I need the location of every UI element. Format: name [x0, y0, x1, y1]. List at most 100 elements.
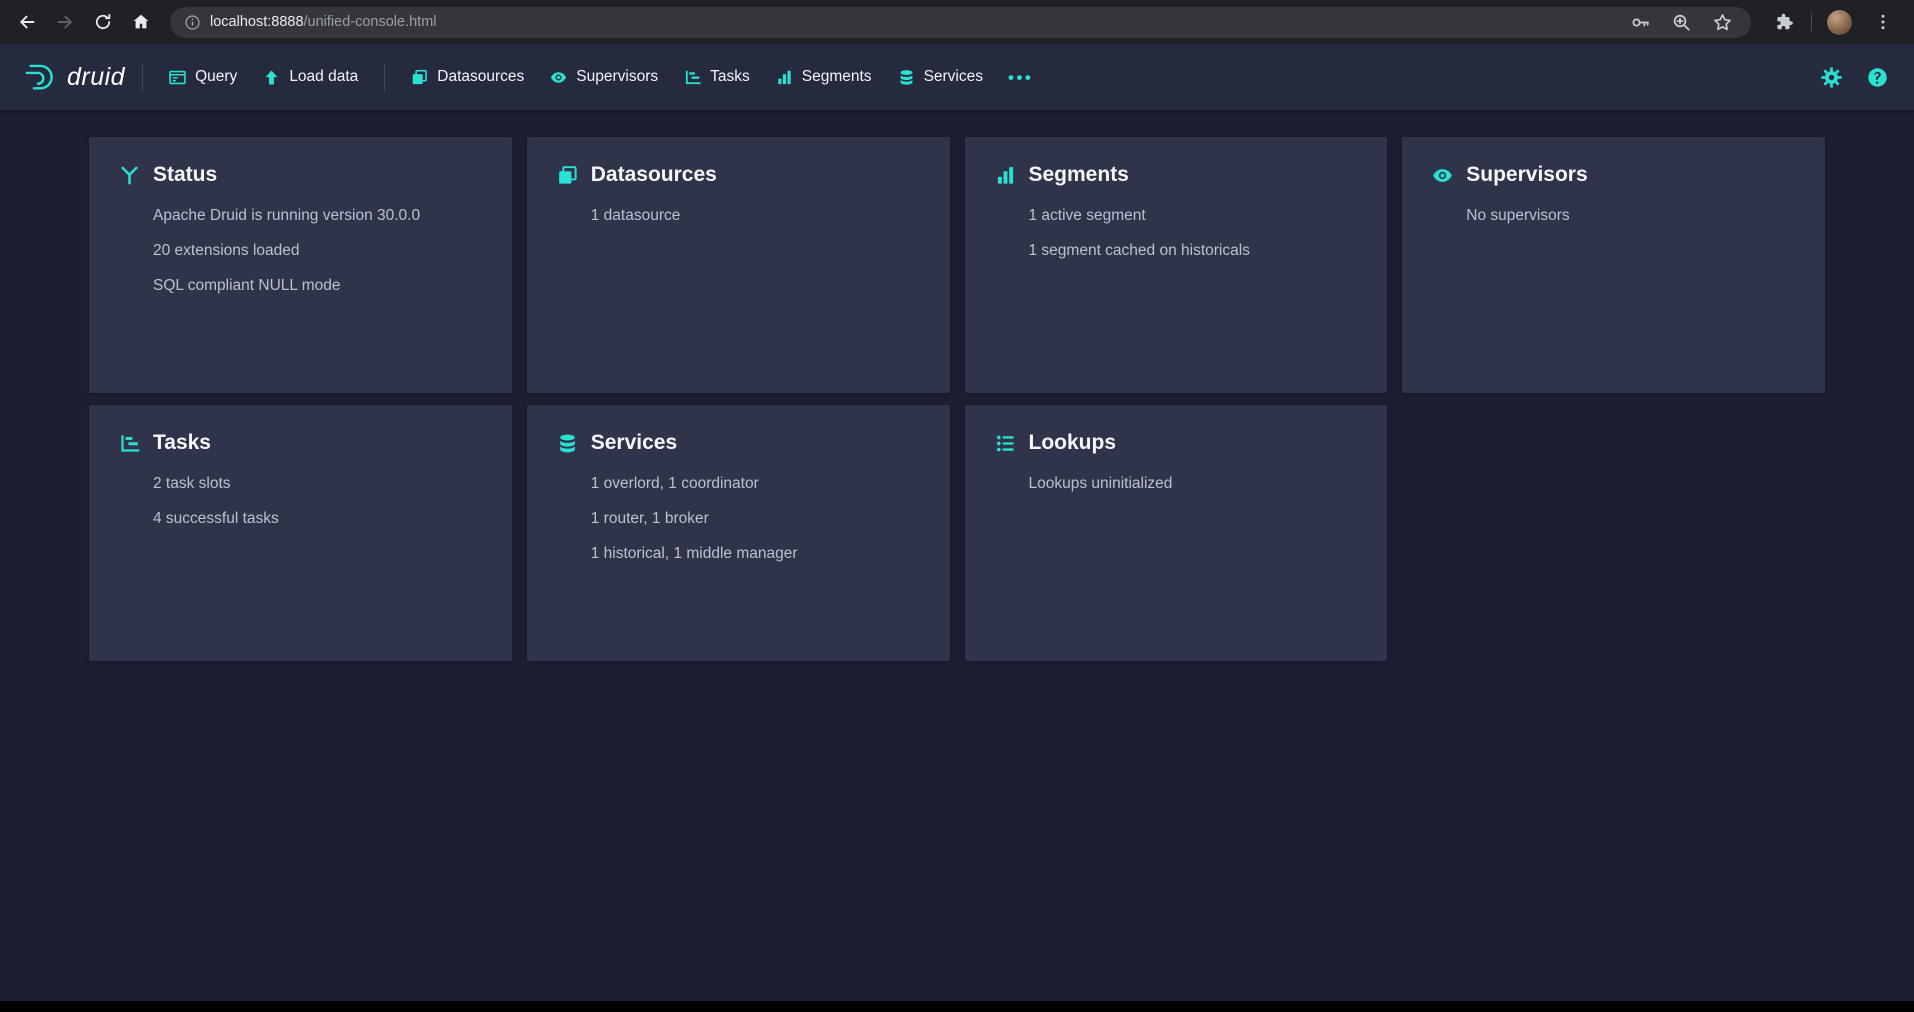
services-icon: [898, 69, 915, 86]
url-text[interactable]: localhost:8888/unified-console.html: [210, 14, 1617, 30]
card-line: 1 overlord, 1 coordinator: [591, 474, 920, 494]
navbar-item-load-data[interactable]: Load data: [250, 58, 371, 96]
brand[interactable]: druid: [22, 59, 125, 95]
bookmark-button[interactable]: [1708, 8, 1737, 37]
card-title-row: Supervisors: [1432, 163, 1795, 187]
bookmark-star-icon: [1712, 12, 1733, 33]
tasks-icon: [119, 433, 140, 454]
segments-icon: [776, 69, 793, 86]
supervisors-icon: [1432, 165, 1453, 186]
password-key-button[interactable]: [1626, 8, 1655, 37]
card-tasks[interactable]: Tasks 2 task slots 4 successful tasks: [89, 405, 512, 661]
navbar-item-label: Datasources: [437, 68, 524, 86]
druid-logo-icon: [22, 59, 58, 95]
url-path: /unified-console.html: [304, 14, 437, 30]
navbar-item-datasources[interactable]: Datasources: [398, 58, 537, 96]
load-data-icon: [263, 69, 280, 86]
zoom-icon: [1671, 12, 1692, 33]
card-body: 1 overlord, 1 coordinator 1 router, 1 bro…: [557, 474, 920, 564]
card-lookups[interactable]: LookupsLookups uninitialized: [965, 405, 1388, 661]
more-dots-icon: •••: [1008, 68, 1033, 87]
password-key-icon: [1630, 12, 1651, 33]
lookups-icon: [995, 433, 1016, 454]
services-icon: [557, 433, 578, 454]
navbar-item-tasks[interactable]: Tasks: [671, 58, 763, 96]
back-icon: [17, 12, 37, 32]
supervisors-icon: [550, 69, 567, 86]
card-status[interactable]: Status Apache Druid is running version 30…: [89, 137, 512, 393]
card-segments[interactable]: Segments 1 active segment 1 segment cached…: [965, 137, 1388, 393]
toolbar-separator: [1811, 13, 1812, 31]
card-body: 2 task slots 4 successful tasks: [119, 474, 482, 529]
card-body: No supervisors: [1432, 206, 1795, 226]
navbar-divider: [142, 64, 143, 91]
card-body: Lookups uninitialized: [995, 474, 1358, 494]
card-title-row: Status: [119, 163, 482, 187]
navbar-items: Query Load data Datasources Supervisors Task…: [156, 58, 996, 96]
card-body: 1 active segment 1 segment cached on hist…: [995, 206, 1358, 261]
navbar-item-label: Load data: [289, 68, 358, 86]
status-icon: [119, 165, 140, 186]
home-icon: [131, 12, 151, 32]
card-body: 1 datasource: [557, 206, 920, 226]
card-title: Status: [153, 163, 217, 187]
druid-navbar: druid Query Load data Datasources Superviso…: [0, 44, 1914, 110]
card-line: 2 task slots: [153, 474, 482, 494]
navbar-item-segments[interactable]: Segments: [763, 58, 885, 96]
card-line: 1 datasource: [591, 206, 920, 226]
card-title-row: Datasources: [557, 163, 920, 187]
card-title: Segments: [1029, 163, 1129, 187]
card-line: SQL compliant NULL mode: [153, 276, 482, 296]
zoom-button[interactable]: [1667, 8, 1696, 37]
settings-button[interactable]: [1817, 63, 1846, 92]
card-line: No supervisors: [1466, 206, 1795, 226]
card-body: Apache Druid is running version 30.0.020…: [119, 206, 482, 296]
card-line: 1 active segment: [1029, 206, 1358, 226]
home-view: Status Apache Druid is running version 30…: [0, 110, 1914, 661]
navbar-item-services[interactable]: Services: [885, 58, 996, 96]
card-supervisors[interactable]: Supervisors No supervisors: [1402, 137, 1825, 393]
card-line: 1 router, 1 broker: [591, 509, 920, 529]
help-button[interactable]: [1863, 63, 1892, 92]
home-button[interactable]: [124, 5, 158, 39]
navbar-divider: [384, 64, 385, 91]
help-icon: [1867, 67, 1888, 88]
profile-avatar: [1826, 9, 1853, 36]
navbar-right: [1817, 63, 1892, 92]
card-title-row: Services: [557, 431, 920, 455]
navbar-item-supervisors[interactable]: Supervisors: [537, 58, 671, 96]
menu-dots-icon: [1873, 12, 1893, 32]
more-menu-button[interactable]: •••: [996, 59, 1045, 96]
card-title: Datasources: [591, 163, 717, 187]
datasources-icon: [557, 165, 578, 186]
bottom-strip: [0, 1001, 1914, 1012]
card-line: Apache Druid is running version 30.0.0: [153, 206, 482, 226]
card-services[interactable]: Services 1 overlord, 1 coordinator 1 route…: [527, 405, 950, 661]
navbar-item-query[interactable]: Query: [156, 58, 250, 96]
card-line: 4 successful tasks: [153, 509, 482, 529]
browser-menu-button[interactable]: [1866, 5, 1900, 39]
navbar-item-label: Segments: [802, 68, 872, 86]
browser-toolbar: localhost:8888/unified-console.html: [0, 0, 1914, 44]
card-title: Services: [591, 431, 677, 455]
datasources-icon: [411, 69, 428, 86]
card-title: Tasks: [153, 431, 211, 455]
gear-icon: [1821, 67, 1842, 88]
extensions-button[interactable]: [1767, 5, 1801, 39]
refresh-button[interactable]: [86, 5, 120, 39]
card-datasources[interactable]: Datasources 1 datasource: [527, 137, 950, 393]
card-title-row: Tasks: [119, 431, 482, 455]
navbar-item-label: Query: [195, 68, 237, 86]
navbar-item-label: Services: [924, 68, 983, 86]
card-line: 1 historical, 1 middle manager: [591, 544, 920, 564]
address-bar[interactable]: localhost:8888/unified-console.html: [170, 7, 1751, 38]
navbar-item-label: Tasks: [710, 68, 750, 86]
back-button[interactable]: [10, 5, 44, 39]
segments-icon: [995, 165, 1016, 186]
site-info-icon[interactable]: [184, 14, 201, 31]
card-title: Supervisors: [1466, 163, 1587, 187]
brand-name: druid: [67, 63, 125, 92]
card-line: 1 segment cached on historicals: [1029, 241, 1358, 261]
profile-button[interactable]: [1822, 5, 1856, 39]
forward-button[interactable]: [48, 5, 82, 39]
